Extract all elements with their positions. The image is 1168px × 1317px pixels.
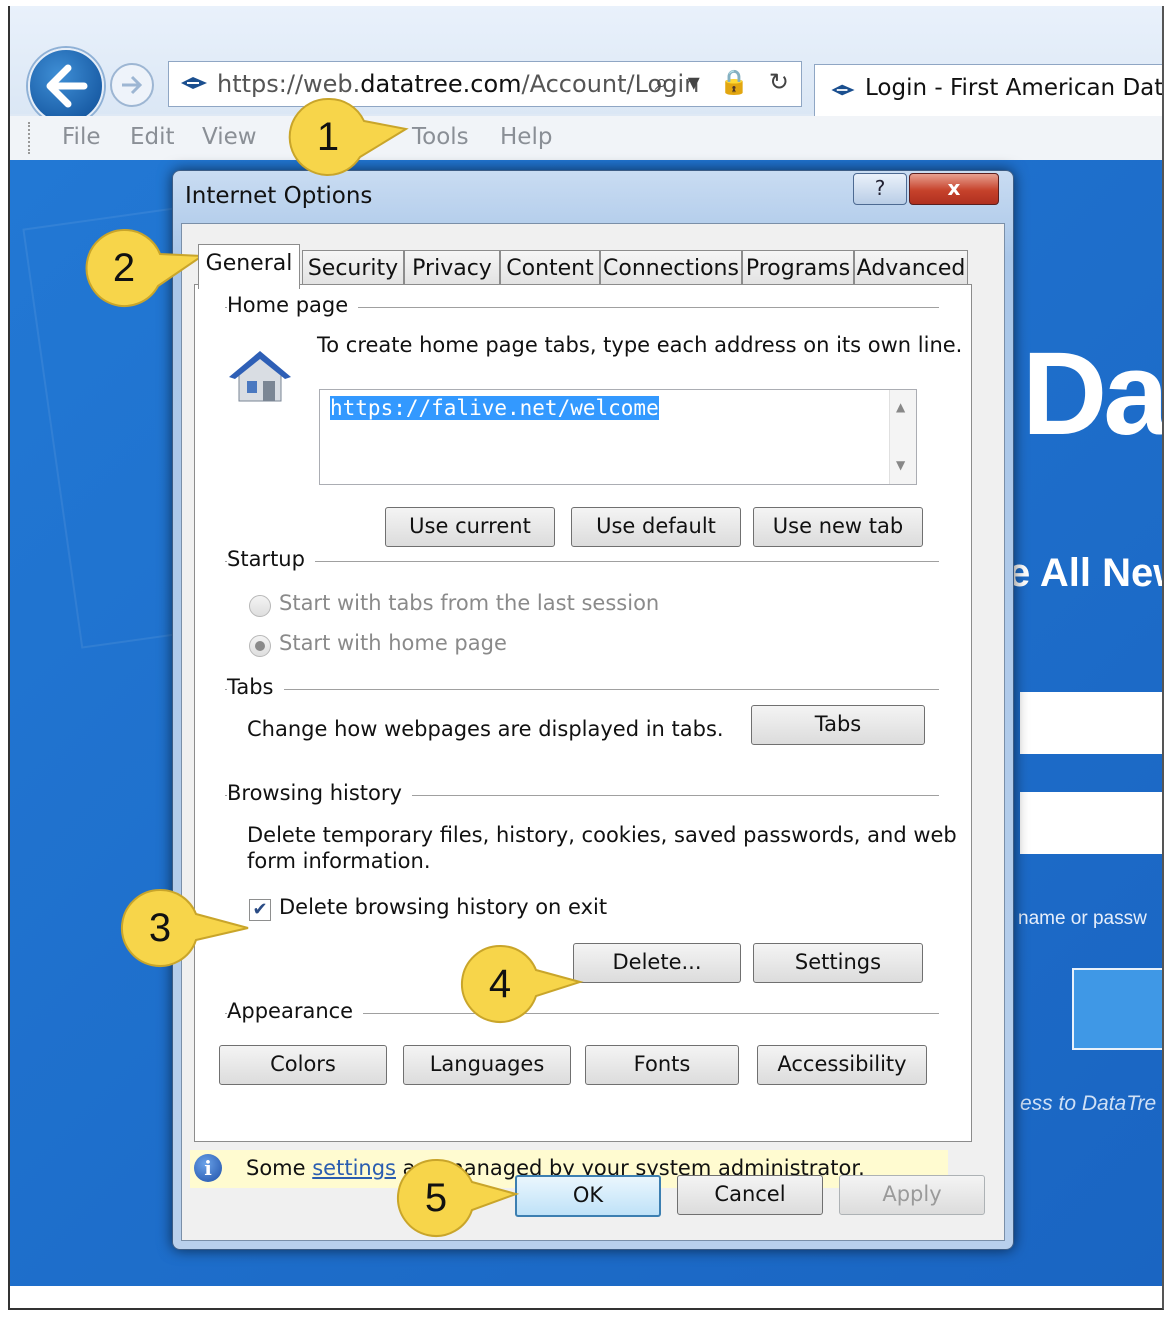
internet-options-dialog: Internet Options ? x General Security Pr… (172, 170, 1014, 1250)
home-page-textarea[interactable]: https://falive.net/welcome ▲ ▼ (319, 389, 917, 485)
radio-selected-dot (255, 641, 265, 651)
callout-2: 2 (84, 228, 206, 308)
delete-history-button[interactable]: Delete... (573, 943, 741, 983)
help-button[interactable]: ? (853, 173, 907, 205)
radio-home-page[interactable] (249, 635, 271, 657)
site-favicon-icon (181, 77, 207, 89)
use-default-button[interactable]: Use default (571, 507, 741, 547)
accessibility-button[interactable]: Accessibility (757, 1045, 927, 1085)
general-tab-panel: Home page To create home page tabs, type… (194, 284, 972, 1142)
use-new-tab-button[interactable]: Use new tab (753, 507, 923, 547)
browser-toolbar: https://web.datatree.com/Account/Login ⌕… (10, 6, 1164, 124)
address-bar-icons[interactable]: ⌕ ▾ 🔒 ↻ (655, 68, 795, 96)
page-login-button[interactable] (1072, 968, 1162, 1050)
callout-1-number: 1 (316, 115, 340, 159)
radio-last-session[interactable] (249, 595, 271, 617)
menu-tools[interactable]: Tools (412, 124, 469, 150)
tab-title: Login - First American Data... (865, 75, 1164, 101)
callout-3: 3 (120, 888, 249, 968)
callout-5-number: 5 (424, 1176, 448, 1220)
radio-last-session-label: Start with tabs from the last session (279, 591, 660, 615)
home-page-url: https://falive.net/welcome (330, 396, 659, 420)
arrow-left-icon (46, 64, 88, 108)
browsing-history-label: Browsing history (227, 781, 412, 805)
info-icon: i (194, 1154, 222, 1182)
browsing-history-description-1: Delete temporary files, history, cookies… (247, 823, 957, 847)
forward-button[interactable] (110, 63, 154, 107)
cancel-button[interactable]: Cancel (677, 1175, 823, 1215)
startup-label: Startup (227, 547, 315, 571)
tab-general[interactable]: General (198, 244, 300, 289)
callout-3-number: 3 (148, 906, 172, 950)
delete-on-exit-label: Delete browsing history on exit (279, 895, 608, 919)
address-bar[interactable]: https://web.datatree.com/Account/Login ⌕… (168, 61, 802, 107)
page-hint-text: name or passw (1018, 908, 1147, 929)
apply-button[interactable]: Apply (839, 1175, 985, 1215)
scroll-down-icon[interactable]: ▼ (896, 458, 905, 472)
ok-button[interactable]: OK (515, 1175, 661, 1217)
languages-button[interactable]: Languages (403, 1045, 571, 1085)
tab-connections[interactable]: Connections (600, 250, 742, 287)
divider (225, 689, 939, 690)
page-access-text: ess to DataTre (1020, 1092, 1157, 1115)
back-button[interactable] (28, 48, 104, 124)
tabs-description: Change how webpages are displayed in tab… (247, 717, 724, 741)
history-settings-button[interactable]: Settings (753, 943, 923, 983)
appearance-label: Appearance (227, 999, 364, 1023)
dialog-title: Internet Options (185, 183, 373, 209)
site-favicon-icon (831, 84, 855, 96)
tabs-label: Tabs (227, 675, 284, 699)
callout-4-number: 4 (488, 962, 512, 1006)
menu-view[interactable]: View (202, 124, 257, 150)
page-tagline-text: e All New (1008, 551, 1162, 595)
page-username-field[interactable] (1020, 692, 1162, 754)
delete-on-exit-checkbox[interactable]: ✔ (249, 899, 271, 921)
tabs-settings-button[interactable]: Tabs (751, 705, 925, 745)
callout-2-number: 2 (112, 246, 136, 290)
page-bottom-strip (10, 1286, 1162, 1308)
browsing-history-description-2: form information. (247, 849, 431, 873)
use-current-button[interactable]: Use current (385, 507, 555, 547)
menu-bar: File Edit View Tools Help (10, 116, 1162, 161)
callout-4: 4 (460, 944, 584, 1024)
menu-file[interactable]: File (62, 124, 101, 150)
scroll-up-icon[interactable]: ▲ (896, 400, 905, 414)
menu-edit[interactable]: Edit (130, 124, 175, 150)
address-text: https://web.datatree.com/Account/Login (217, 70, 700, 98)
tab-content[interactable]: Content (500, 250, 600, 287)
tab-advanced[interactable]: Advanced (854, 250, 968, 287)
menu-help[interactable]: Help (500, 124, 552, 150)
callout-1: 1 (288, 97, 409, 177)
callout-5: 5 (396, 1158, 520, 1238)
textarea-scrollbar[interactable]: ▲ ▼ (889, 390, 916, 484)
home-page-label: Home page (227, 293, 359, 317)
arrow-right-icon (122, 75, 143, 95)
radio-home-page-label: Start with home page (279, 631, 507, 655)
tab-security[interactable]: Security (302, 250, 404, 287)
house-icon (229, 351, 291, 402)
dialog-body: General Security Privacy Content Connect… (181, 223, 1005, 1241)
close-button[interactable]: x (909, 173, 999, 205)
colors-button[interactable]: Colors (219, 1045, 387, 1085)
tab-programs[interactable]: Programs (742, 250, 854, 287)
browser-tab-login[interactable]: Login - First American Data... (814, 64, 1164, 117)
divider (225, 561, 939, 562)
fonts-button[interactable]: Fonts (585, 1045, 739, 1085)
home-page-instruction: To create home page tabs, type each addr… (317, 333, 963, 357)
tab-privacy[interactable]: Privacy (404, 250, 500, 287)
page-password-field[interactable] (1020, 792, 1162, 854)
toolbar-grip (28, 122, 34, 154)
settings-link[interactable]: settings (312, 1156, 396, 1180)
page-brand-text: Dat (1022, 328, 1164, 460)
